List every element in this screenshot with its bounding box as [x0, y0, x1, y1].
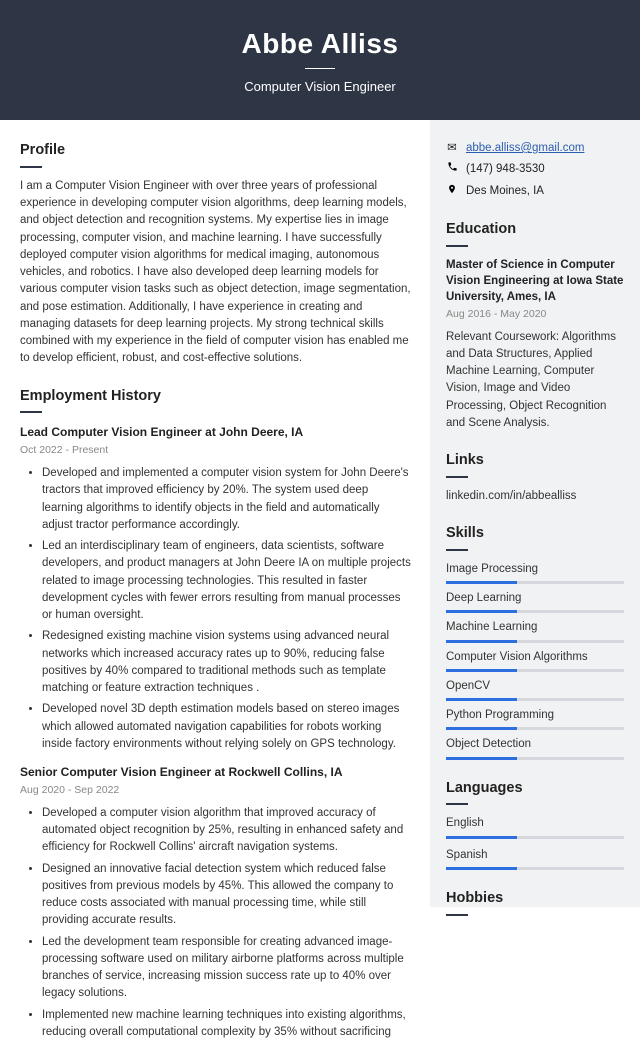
section-divider [20, 166, 42, 168]
language-bar [446, 836, 624, 839]
section-divider [446, 245, 468, 247]
language-item: English [446, 815, 624, 838]
job-bullets: Developed a computer vision algorithm th… [20, 805, 412, 1041]
job-entry: Senior Computer Vision Engineer at Rockw… [20, 763, 412, 1041]
section-divider [446, 476, 468, 478]
skill-item: Computer Vision Algorithms [446, 649, 624, 672]
skill-name: Deep Learning [446, 590, 624, 607]
education-desc: Relevant Coursework: Algorithms and Data… [446, 329, 624, 433]
job-entry: Lead Computer Vision Engineer at John De… [20, 423, 412, 753]
language-bar [446, 867, 624, 870]
skill-bar [446, 640, 624, 643]
bullet-item: Implemented new machine learning techniq… [42, 1007, 412, 1041]
skills-block: Skills Image Processing Deep Learning Mach… [446, 523, 624, 760]
education-block: Education Master of Science in Computer … [446, 219, 624, 432]
contact-phone-row: (147) 948-3530 [446, 161, 624, 178]
contact-phone: (147) 948-3530 [466, 161, 545, 178]
bullet-item: Led an interdisciplinary team of enginee… [42, 538, 412, 624]
skill-bar [446, 669, 624, 672]
links-block: Links linkedin.com/in/abbealliss [446, 450, 624, 505]
bullet-item: Led the development team responsible for… [42, 934, 412, 1003]
skill-name: Python Programming [446, 707, 624, 724]
envelope-icon: ✉ [446, 140, 458, 157]
bullet-item: Developed a computer vision algorithm th… [42, 805, 412, 857]
skill-bar [446, 610, 624, 613]
location-icon [446, 183, 458, 201]
contact-block: ✉ abbe.alliss@gmail.com (147) 948-3530 D… [446, 140, 624, 201]
person-name: Abbe Alliss [0, 28, 640, 60]
employment-heading: Employment History [20, 386, 412, 408]
skills-heading: Skills [446, 523, 624, 545]
skill-name: Image Processing [446, 561, 624, 578]
skill-name: Object Detection [446, 736, 624, 753]
profile-text: I am a Computer Vision Engineer with ove… [20, 178, 412, 368]
education-degree: Master of Science in Computer Vision Eng… [446, 257, 624, 305]
person-title: Computer Vision Engineer [0, 79, 640, 94]
skill-bar [446, 757, 624, 760]
skill-bar [446, 727, 624, 730]
bullet-item: Designed an innovative facial detection … [42, 861, 412, 930]
bullet-item: Developed and implemented a computer vis… [42, 465, 412, 534]
hobbies-block: Hobbies [446, 888, 624, 916]
contact-location: Des Moines, IA [466, 183, 544, 200]
skill-bar [446, 581, 624, 584]
languages-heading: Languages [446, 778, 624, 800]
bullet-item: Redesigned existing machine vision syste… [42, 628, 412, 697]
skill-item: Object Detection [446, 736, 624, 759]
skill-name: Machine Learning [446, 619, 624, 636]
sidebar-column: ✉ abbe.alliss@gmail.com (147) 948-3530 D… [430, 120, 640, 907]
skill-name: OpenCV [446, 678, 624, 695]
skill-bar [446, 698, 624, 701]
skill-item: OpenCV [446, 678, 624, 701]
contact-email[interactable]: abbe.alliss@gmail.com [466, 140, 584, 157]
skill-item: Image Processing [446, 561, 624, 584]
languages-block: Languages English Spanish [446, 778, 624, 870]
skill-name: Computer Vision Algorithms [446, 649, 624, 666]
bullet-item: Developed novel 3D depth estimation mode… [42, 701, 412, 753]
job-title: Lead Computer Vision Engineer at John De… [20, 423, 412, 441]
phone-icon [446, 161, 458, 178]
language-name: Spanish [446, 847, 624, 864]
section-divider [20, 411, 42, 413]
language-name: English [446, 815, 624, 832]
links-heading: Links [446, 450, 624, 472]
contact-email-row: ✉ abbe.alliss@gmail.com [446, 140, 624, 157]
section-divider [446, 803, 468, 805]
job-title: Senior Computer Vision Engineer at Rockw… [20, 763, 412, 781]
resume-header: Abbe Alliss Computer Vision Engineer [0, 0, 640, 120]
contact-location-row: Des Moines, IA [446, 183, 624, 201]
linkedin-link[interactable]: linkedin.com/in/abbealliss [446, 488, 624, 505]
job-bullets: Developed and implemented a computer vis… [20, 465, 412, 753]
education-dates: Aug 2016 - May 2020 [446, 307, 624, 323]
hobbies-heading: Hobbies [446, 888, 624, 910]
education-heading: Education [446, 219, 624, 241]
main-column: Profile I am a Computer Vision Engineer … [0, 120, 430, 907]
skill-item: Deep Learning [446, 590, 624, 613]
skill-item: Python Programming [446, 707, 624, 730]
skill-item: Machine Learning [446, 619, 624, 642]
job-dates: Oct 2022 - Present [20, 443, 412, 459]
header-divider [305, 68, 335, 69]
language-item: Spanish [446, 847, 624, 870]
profile-heading: Profile [20, 140, 412, 162]
section-divider [446, 549, 468, 551]
job-dates: Aug 2020 - Sep 2022 [20, 783, 412, 799]
section-divider [446, 914, 468, 916]
